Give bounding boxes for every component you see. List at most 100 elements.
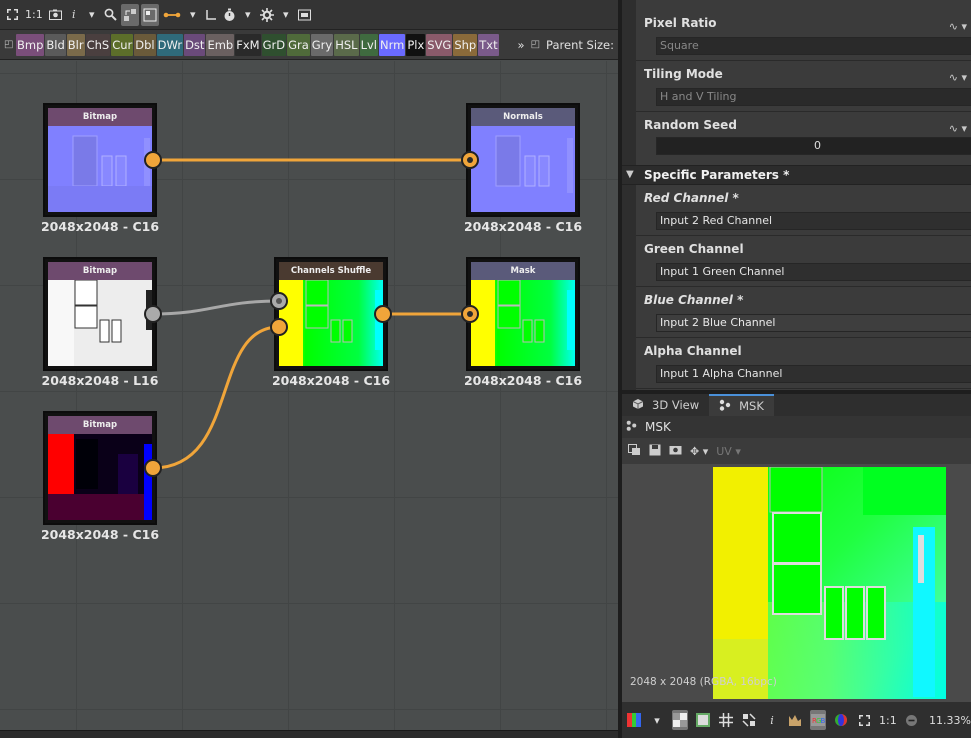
node-bitmap-2-output-port[interactable] <box>144 305 162 323</box>
info-button[interactable]: i <box>764 710 780 730</box>
tiling-options-icon[interactable]: ✥ ▾ <box>690 445 708 458</box>
library-chip-gra[interactable]: Gra <box>287 33 310 56</box>
tab-label: 3D View <box>652 398 700 412</box>
library-chip-blr[interactable]: Blr <box>66 33 85 56</box>
layout-icon[interactable] <box>140 3 159 26</box>
node-bitmap-1[interactable]: Bitmap <box>43 103 157 217</box>
node-thumbnail-red-blue <box>48 434 152 520</box>
parent-size-label[interactable]: Parent Size: <box>546 38 614 52</box>
camera-icon[interactable] <box>669 444 682 458</box>
node-bitmap-2[interactable]: Bitmap <box>43 257 157 371</box>
library-chip-bmp[interactable]: Bmp <box>16 33 45 56</box>
screenshot-icon[interactable] <box>47 4 64 26</box>
timer-chevron-icon[interactable]: ▾ <box>240 4 256 26</box>
red-channel-dropdown[interactable]: Input 2 Red Channel <box>656 212 971 230</box>
image-resolution-info: 2048 x 2048 (RGBA, 16bpc) <box>630 676 777 688</box>
rgb-mode-icon[interactable]: RGB <box>810 710 826 730</box>
blue-channel-dropdown[interactable]: Input 2 Blue Channel <box>656 314 971 332</box>
export-icon[interactable] <box>628 443 641 459</box>
parameter-link-icon[interactable]: ∿ ▾ <box>949 71 967 84</box>
color-channels-icon[interactable] <box>626 710 642 730</box>
specific-parameters-header[interactable]: ▼ Specific Parameters * <box>622 165 971 185</box>
gear-icon[interactable] <box>258 4 276 26</box>
collapse-arrow-icon[interactable]: ▼ <box>626 169 634 180</box>
search-icon[interactable] <box>102 4 119 26</box>
display-icon[interactable] <box>296 4 313 26</box>
library-chip-shp[interactable]: Shp <box>453 33 478 56</box>
library-chip-txt[interactable]: Txt <box>478 33 499 56</box>
library-chip-grd[interactable]: GrD <box>261 33 287 56</box>
tab-msk[interactable]: MSK <box>709 394 774 416</box>
library-chip-chs[interactable]: ChS <box>85 33 111 56</box>
mask-preview-image <box>713 467 946 699</box>
random-seed-slider[interactable]: 0 <box>656 137 971 155</box>
zoom-level[interactable]: 11.33% <box>929 714 971 727</box>
frame-icon[interactable] <box>203 4 219 26</box>
prop-label: Alpha Channel <box>644 344 742 358</box>
green-channel-dropdown[interactable]: Input 1 Green Channel <box>656 263 971 281</box>
node-mask[interactable]: Mask <box>466 257 580 371</box>
info-dropdown-chevron-icon[interactable]: ▾ <box>84 4 100 26</box>
color-sphere-icon[interactable] <box>833 710 849 730</box>
node-channels-shuffle-output-port[interactable] <box>374 305 392 323</box>
viewer-tabs: 3D View MSK <box>622 394 971 416</box>
gear-chevron-icon[interactable]: ▾ <box>278 4 294 26</box>
gradient-background-icon[interactable] <box>695 710 711 730</box>
node-channels-shuffle-input-2-port[interactable] <box>270 318 288 336</box>
prop-label: Random Seed <box>644 118 737 132</box>
fit-view-icon[interactable] <box>856 710 872 730</box>
channels-chevron-icon[interactable]: ▾ <box>649 710 665 730</box>
library-chip-dst[interactable]: Dst <box>184 33 206 56</box>
node-normals[interactable]: Normals <box>466 103 580 217</box>
zoom-1-1-button[interactable]: 1:1 <box>879 710 897 730</box>
library-chip-gry[interactable]: Gry <box>310 33 334 56</box>
tiling-icon[interactable] <box>741 710 757 730</box>
prop-green-channel: Green Channel Input 1 Green Channel <box>636 236 971 287</box>
node-bitmap-1-output-port[interactable] <box>144 151 162 169</box>
save-icon[interactable] <box>649 444 661 459</box>
info-button[interactable]: i <box>66 4 82 26</box>
library-chip-hsl[interactable]: HSL <box>334 33 359 56</box>
zoom-out-icon[interactable] <box>904 710 920 730</box>
timer-icon[interactable] <box>221 4 238 26</box>
uv-dropdown[interactable]: UV ▾ <box>716 445 741 458</box>
viewer-title: MSK <box>645 420 671 434</box>
library-chip-plx[interactable]: Plx <box>406 33 426 56</box>
grid-icon[interactable] <box>718 710 734 730</box>
node-channels-shuffle-input-1-port[interactable] <box>270 292 288 310</box>
node-bitmap-3[interactable]: Bitmap <box>43 411 157 525</box>
align-nodes-icon[interactable] <box>120 3 139 26</box>
zoom-1-1-button[interactable]: 1:1 <box>23 4 45 26</box>
tiling-mode-dropdown[interactable]: H and V Tiling <box>656 88 971 106</box>
library-chip-dbl[interactable]: Dbl <box>134 33 156 56</box>
section-title: Specific Parameters * <box>644 168 790 182</box>
node-bitmap-3-output-port[interactable] <box>144 459 162 477</box>
library-chip-cur[interactable]: Cur <box>111 33 134 56</box>
prop-red-channel: Red Channel * Input 2 Red Channel <box>636 185 971 236</box>
library-chip-svg[interactable]: SVG <box>426 33 453 56</box>
library-chip-nrm[interactable]: Nrm <box>378 33 406 56</box>
checkerboard-icon[interactable] <box>672 710 688 730</box>
link-style-icon[interactable] <box>161 4 183 26</box>
prop-random-seed: Random Seed ∿ ▾ 0 <box>636 112 971 163</box>
alpha-channel-dropdown[interactable]: Input 1 Alpha Channel <box>656 365 971 383</box>
library-chip-dwr[interactable]: DWr <box>156 33 184 56</box>
library-pop-out-icon[interactable]: ◰ <box>4 39 16 50</box>
node-normals-input-port[interactable] <box>461 151 479 169</box>
library-chip-emb[interactable]: Emb <box>206 33 235 56</box>
more-chevron-icon[interactable]: » <box>518 38 525 52</box>
parameter-link-icon[interactable]: ∿ ▾ <box>949 122 967 135</box>
pixel-ratio-dropdown[interactable]: Square <box>656 37 971 55</box>
graph-canvas[interactable]: Bitmap 2048x2048 - C16 Normals 2048x2048… <box>0 61 618 730</box>
node-mask-input-port[interactable] <box>461 305 479 323</box>
library-chip-bld[interactable]: Bld <box>45 33 66 56</box>
link-style-chevron-icon[interactable]: ▾ <box>185 4 201 26</box>
node-channels-shuffle[interactable]: Channels Shuffle <box>274 257 388 371</box>
library-chip-fxm[interactable]: FxM <box>235 33 261 56</box>
fit-view-icon[interactable] <box>4 4 21 26</box>
parameter-link-icon[interactable]: ∿ ▾ <box>949 20 967 33</box>
library-chip-lvl[interactable]: Lvl <box>359 33 378 56</box>
tab-3d-view[interactable]: 3D View <box>622 394 709 416</box>
histogram-icon[interactable] <box>787 710 803 730</box>
viewer-viewport[interactable]: 2048 x 2048 (RGBA, 16bpc) <box>622 464 971 702</box>
